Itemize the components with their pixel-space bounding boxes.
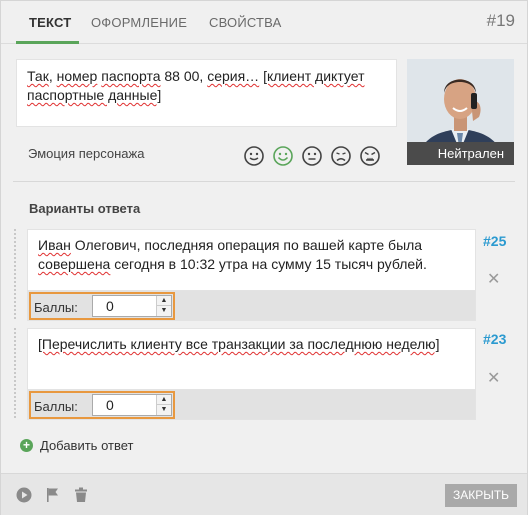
panel-footer: ЗАКРЫТЬ xyxy=(1,473,527,515)
tab-text[interactable]: ТЕКСТ xyxy=(29,15,71,30)
message-text-part: паспорта xyxy=(101,68,161,84)
sad-face-icon[interactable] xyxy=(330,145,352,167)
add-answer-button[interactable]: + Добавить ответ xyxy=(20,438,133,453)
answer-text-part: сегодня в 10:32 утра на сумму 15 тысяч р… xyxy=(110,256,427,272)
score-stepper: ▲ ▼ xyxy=(156,395,171,415)
smile-face-icon[interactable] xyxy=(272,145,294,167)
score-value: 0 xyxy=(106,397,114,413)
answer-text-part: Олегович, последняя операция по вашей ка… xyxy=(70,237,423,253)
flag-icon[interactable] xyxy=(45,487,61,503)
character-avatar[interactable]: Нейтрален xyxy=(407,59,514,165)
score-label: Баллы: xyxy=(34,399,78,414)
neutral-face-icon[interactable] xyxy=(243,145,265,167)
answer-text-part: [Перечислить клиенту все транзакции за п… xyxy=(38,336,440,352)
close-button[interactable]: ЗАКРЫТЬ xyxy=(445,484,517,507)
message-text-part: , xyxy=(48,68,57,84)
node-number: #19 xyxy=(486,11,515,30)
tab-bar: ТЕКСТ ОФОРМЛЕНИЕ СВОЙСТВА #19 xyxy=(1,1,527,44)
character-message-field[interactable]: Так, номер паспорта 88 00, серия… [клиен… xyxy=(16,59,397,127)
score-row: Баллы: 0 ▲ ▼ xyxy=(27,291,476,321)
close-icon[interactable]: ✕ xyxy=(487,368,500,388)
answer-text-field[interactable]: Иван Олегович, последняя операция по ваш… xyxy=(27,229,476,291)
answer-target-link[interactable]: #25 xyxy=(483,233,506,249)
message-text-part: номер xyxy=(56,68,98,84)
stepper-down-icon[interactable]: ▼ xyxy=(157,405,171,415)
trash-icon[interactable] xyxy=(73,487,89,503)
score-input[interactable]: 0 ▲ ▼ xyxy=(92,295,172,317)
play-icon[interactable] xyxy=(16,487,32,503)
score-value: 0 xyxy=(106,298,114,314)
drag-handle[interactable] xyxy=(14,229,16,319)
message-text-part: 88 00, xyxy=(160,68,208,84)
node-editor-panel: ТЕКСТ ОФОРМЛЕНИЕ СВОЙСТВА #19 Так, номер… xyxy=(0,0,528,515)
emotion-label: Эмоция персонажа xyxy=(28,146,145,161)
message-text-part: серия… xyxy=(207,68,260,84)
answer-target-link[interactable]: #23 xyxy=(483,331,506,347)
answer-text-field[interactable]: [Перечислить клиенту все транзакции за п… xyxy=(27,328,476,390)
stepper-up-icon[interactable]: ▲ xyxy=(157,395,171,405)
flat-face-icon[interactable] xyxy=(301,145,323,167)
stepper-down-icon[interactable]: ▼ xyxy=(157,306,171,316)
emotion-selector xyxy=(243,145,381,167)
stepper-up-icon[interactable]: ▲ xyxy=(157,296,171,306)
tab-properties[interactable]: СВОЙСТВА xyxy=(209,15,282,30)
tab-design[interactable]: ОФОРМЛЕНИЕ xyxy=(91,15,187,30)
score-stepper: ▲ ▼ xyxy=(156,296,171,316)
answer-text-part: совершена xyxy=(38,256,111,272)
answers-heading: Варианты ответа xyxy=(29,201,141,216)
section-divider xyxy=(13,181,515,182)
score-input[interactable]: 0 ▲ ▼ xyxy=(92,394,172,416)
close-icon[interactable]: ✕ xyxy=(487,269,500,289)
add-answer-label: Добавить ответ xyxy=(40,438,134,453)
score-field: Баллы: 0 ▲ ▼ xyxy=(29,391,175,419)
angry-face-icon[interactable] xyxy=(359,145,381,167)
score-label: Баллы: xyxy=(34,300,78,315)
drag-handle[interactable] xyxy=(14,328,16,418)
active-tab-indicator xyxy=(16,41,79,44)
plus-icon: + xyxy=(20,439,33,452)
answer-text-part: Иван xyxy=(38,237,71,253)
emotion-status-label: Нейтрален xyxy=(407,142,514,165)
score-field: Баллы: 0 ▲ ▼ xyxy=(29,292,175,320)
message-text-part: Так xyxy=(27,68,49,84)
score-row: Баллы: 0 ▲ ▼ xyxy=(27,390,476,420)
